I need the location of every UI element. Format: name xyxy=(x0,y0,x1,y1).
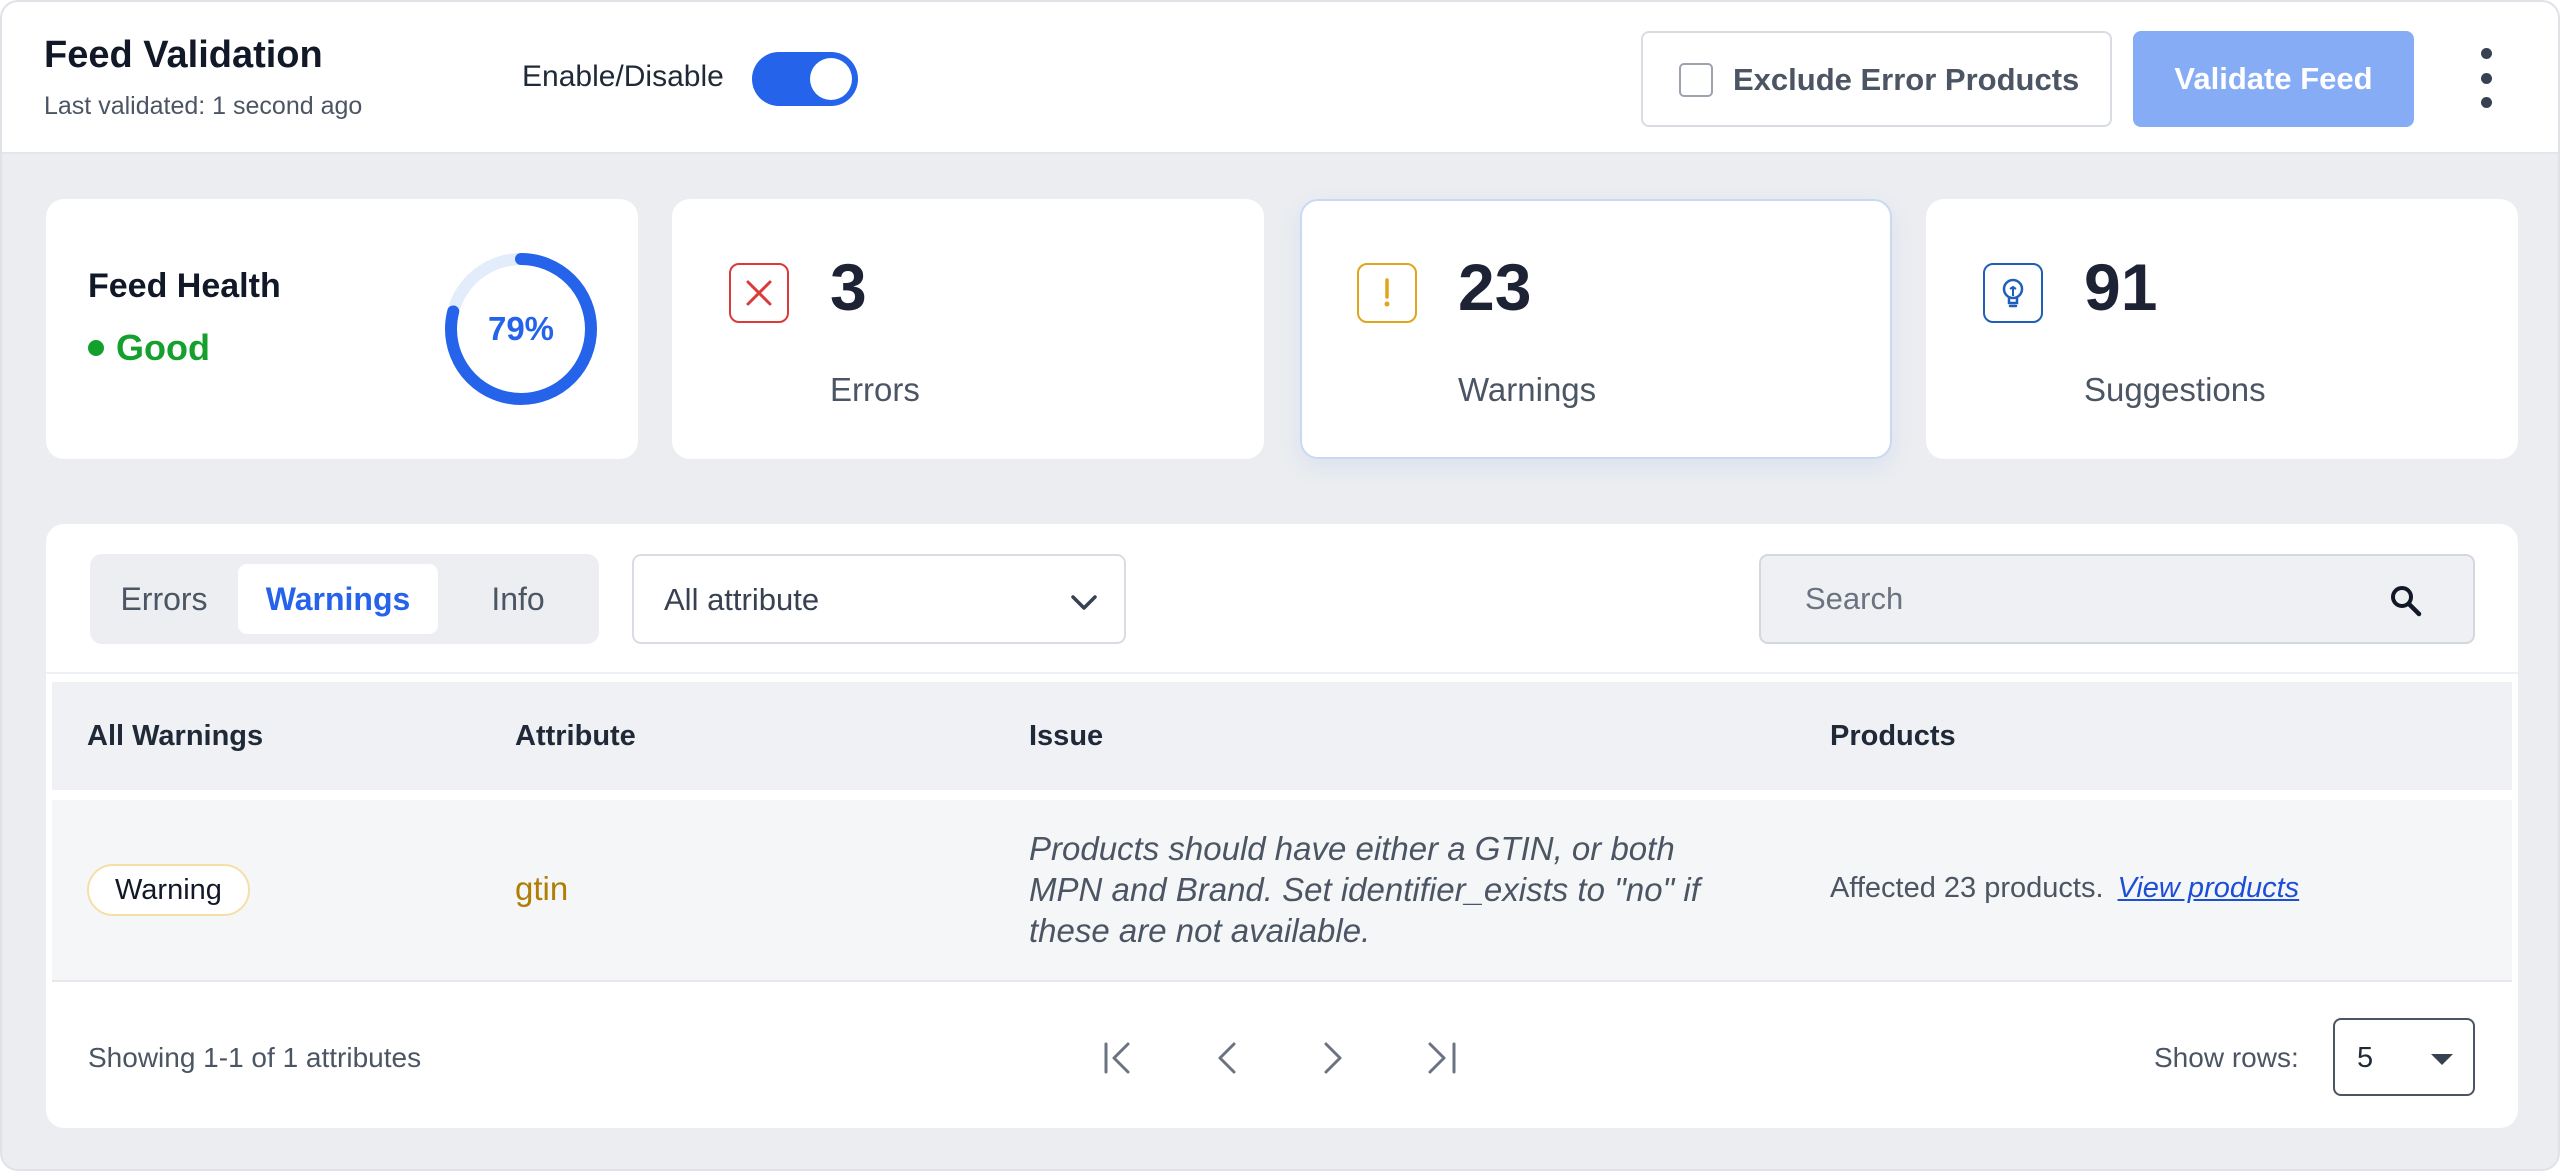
tab-errors[interactable]: Errors xyxy=(108,564,220,634)
affected-products: Affected 23 products. View products xyxy=(1830,872,2299,905)
table-header: All Warnings Attribute Issue Products xyxy=(52,682,2512,790)
exclamation-icon xyxy=(1357,263,1417,323)
suggestions-count: 91 xyxy=(2084,250,2158,324)
rows-per-page-value: 5 xyxy=(2357,1042,2374,1074)
attribute-select-value: All attribute xyxy=(664,582,820,617)
health-percent: 79% xyxy=(487,310,555,347)
validate-feed-button[interactable]: Validate Feed xyxy=(2133,31,2414,127)
issue-description: Products should have either a GTIN, or b… xyxy=(1029,830,1700,949)
feed-health-title: Feed Health xyxy=(88,267,281,305)
kebab-menu-icon[interactable] xyxy=(2468,48,2504,108)
feed-validation-window: Feed Validation Last validated: 1 second… xyxy=(0,0,2560,1171)
search-box xyxy=(1759,554,2475,644)
search-input[interactable] xyxy=(1805,574,2365,624)
attribute-select[interactable]: All attribute xyxy=(632,554,1126,644)
attribute-name: gtin xyxy=(515,870,569,907)
x-icon xyxy=(729,263,789,323)
enable-toggle-label: Enable/Disable xyxy=(522,60,724,93)
severity-badge: Warning xyxy=(87,864,250,916)
chevron-down-icon xyxy=(1071,595,1097,610)
header-bar: Feed Validation Last validated: 1 second… xyxy=(2,2,2558,154)
next-page-icon[interactable] xyxy=(1308,1034,1356,1082)
feed-health-card: Feed Health Good 79% xyxy=(46,199,638,459)
warnings-count: 23 xyxy=(1458,250,1532,324)
warnings-label: Warnings xyxy=(1458,371,1597,408)
status-dot-icon xyxy=(88,340,104,356)
column-header-issue: Issue xyxy=(1029,720,1104,752)
table-row: Warning gtin Products should have either… xyxy=(52,800,2512,982)
errors-label: Errors xyxy=(830,371,920,408)
tab-info[interactable]: Info xyxy=(456,564,580,634)
first-page-icon[interactable] xyxy=(1096,1034,1144,1082)
lightbulb-icon xyxy=(1983,263,2043,323)
last-page-icon[interactable] xyxy=(1416,1034,1464,1082)
tab-warnings[interactable]: Warnings xyxy=(238,564,438,634)
suggestions-card[interactable]: 91 Suggestions xyxy=(1926,199,2518,459)
severity-tabs: Errors Warnings Info xyxy=(90,554,599,644)
previous-page-icon[interactable] xyxy=(1204,1034,1252,1082)
exclude-error-products-checkbox[interactable]: Exclude Error Products xyxy=(1641,31,2112,127)
validation-results-panel: Errors Warnings Info All attribute All W… xyxy=(46,524,2518,1128)
errors-card[interactable]: 3 Errors xyxy=(672,199,1264,459)
errors-count: 3 xyxy=(830,250,867,324)
divider xyxy=(46,672,2518,674)
affected-products-text: Affected 23 products. xyxy=(1830,872,2104,904)
column-header-attribute: Attribute xyxy=(515,720,636,752)
kebab-dot xyxy=(2480,72,2492,84)
column-header-products: Products xyxy=(1830,720,1956,752)
pagination-summary: Showing 1-1 of 1 attributes xyxy=(88,1042,422,1073)
kebab-dot xyxy=(2480,48,2492,59)
toggle-knob xyxy=(810,58,852,100)
enable-toggle[interactable] xyxy=(752,52,858,106)
kebab-dot xyxy=(2480,97,2492,108)
view-products-link[interactable]: View products xyxy=(2118,872,2300,904)
feed-health-status-label: Good xyxy=(116,327,210,368)
last-validated-text: Last validated: 1 second ago xyxy=(44,92,363,120)
feed-health-status: Good xyxy=(88,327,210,369)
health-progress-ring: 79% xyxy=(441,249,601,409)
checkbox-icon[interactable] xyxy=(1679,63,1713,97)
exclude-error-products-label: Exclude Error Products xyxy=(1733,62,2080,97)
warnings-card[interactable]: 23 Warnings xyxy=(1300,199,1892,459)
search-icon[interactable] xyxy=(2389,584,2423,618)
rows-per-page-select[interactable]: 5 xyxy=(2333,1018,2475,1096)
suggestions-label: Suggestions xyxy=(2084,371,2266,408)
caret-down-icon xyxy=(2431,1054,2453,1065)
column-header-all-warnings: All Warnings xyxy=(87,720,264,752)
page-title: Feed Validation xyxy=(44,34,323,76)
rows-per-page-label: Show rows: xyxy=(2154,1042,2299,1073)
